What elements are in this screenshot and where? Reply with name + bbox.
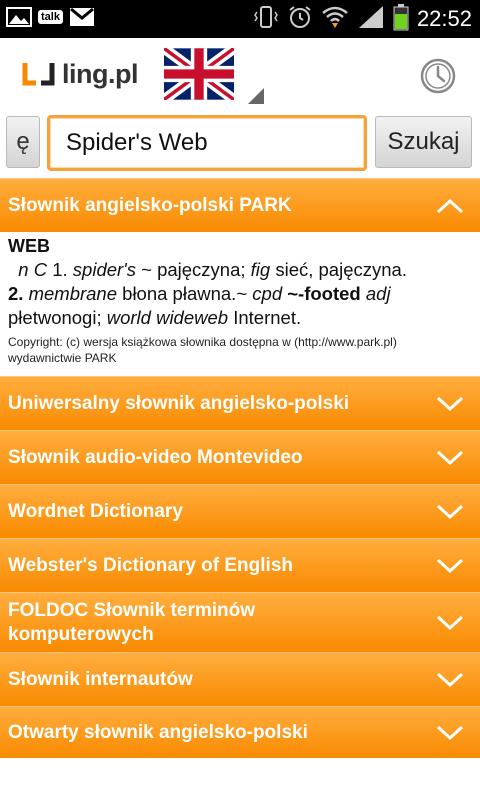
dictionary-header-montevideo[interactable]: Słownik audio-video Montevideo <box>0 430 480 484</box>
status-bar: talk 22:52 <box>0 0 480 38</box>
clock-icon <box>420 58 456 94</box>
logo: ling.pl <box>22 57 138 91</box>
search-input[interactable] <box>47 115 367 171</box>
dictionary-title: FOLDOC Słownik terminów komputerowych <box>8 599 256 645</box>
dictionary-title: Słownik internautów <box>8 668 193 690</box>
dictionary-header-wordnet[interactable]: Wordnet Dictionary <box>0 484 480 538</box>
alarm-icon <box>287 4 313 35</box>
definition: błona pławna.~ <box>122 283 248 304</box>
entry-line-2: 2. membrane błona pławna.~ cpd ~-footed … <box>8 282 472 306</box>
gmail-icon <box>69 5 95 29</box>
dictionary-title: Uniwersalny słownik angielsko-polski <box>8 392 350 414</box>
talk-icon: talk <box>38 10 63 24</box>
battery-icon <box>393 3 409 36</box>
sense-number: 1. <box>52 259 68 280</box>
signal-icon <box>357 4 385 35</box>
definition: pajęczyna; <box>157 259 246 280</box>
gallery-icon <box>6 5 32 29</box>
tilde: ~ <box>141 259 152 280</box>
chevron-down-icon <box>420 485 480 538</box>
label-fig: fig <box>250 259 271 280</box>
dictionary-entry: WEB n C 1. spider's ~ pajęczyna; fig sie… <box>0 232 480 376</box>
chevron-up-icon <box>420 179 480 232</box>
vibrate-icon <box>253 4 279 35</box>
entry-line-3: płetwonogi; world wideweb Internet. <box>8 306 472 330</box>
uk-flag-icon <box>164 48 234 100</box>
dropdown-corner-icon <box>248 88 264 104</box>
notification-icons: talk <box>6 5 95 29</box>
definition: płetwonogi; <box>8 307 102 328</box>
sense-number: 2. <box>8 283 24 304</box>
entry-line-1: n C 1. spider's ~ pajęczyna; fig sieć, p… <box>8 258 472 282</box>
logo-text: ling.pl <box>62 58 138 89</box>
chevron-down-icon <box>420 539 480 592</box>
entry-headword: WEB <box>8 236 50 256</box>
dictionary-title: Słownik angielsko-polski PARK <box>8 194 292 216</box>
app-header: ling.pl <box>0 38 480 108</box>
entry-term: membrane <box>28 283 118 304</box>
label-adj: adj <box>365 283 391 304</box>
copyright-note: Copyright: (c) wersja książkowa słownika… <box>8 335 397 365</box>
entry-term: world wideweb <box>106 307 229 328</box>
special-char-button[interactable]: ę <box>6 116 40 168</box>
definition: Internet. <box>233 307 302 328</box>
chevron-down-icon <box>420 593 480 652</box>
dictionary-title: Słownik audio-video Montevideo <box>8 446 303 468</box>
label-cpd: cpd <box>252 283 283 304</box>
language-selector[interactable] <box>160 46 264 104</box>
dictionary-title: Otwarty słownik angielsko-polski <box>8 721 308 743</box>
dictionary-header-webster[interactable]: Webster's Dictionary of English <box>0 538 480 592</box>
definition: sieć, pajęczyna. <box>275 259 407 280</box>
system-icons: 22:52 <box>253 0 472 38</box>
history-button[interactable] <box>418 56 458 96</box>
dictionary-title: Wordnet Dictionary <box>8 500 183 522</box>
dictionary-header-internautow[interactable]: Słownik internautów <box>0 652 480 706</box>
wifi-icon <box>321 4 349 35</box>
chevron-down-icon <box>420 653 480 706</box>
chevron-down-icon <box>420 377 480 430</box>
search-button[interactable]: Szukaj <box>375 116 472 168</box>
part-of-speech: n C <box>18 259 48 280</box>
dictionary-header-park[interactable]: Słownik angielsko-polski PARK <box>0 178 480 232</box>
search-bar: ę Szukaj <box>0 108 480 178</box>
entry-term: spider's <box>72 259 136 280</box>
ling-logo-icon <box>22 63 55 86</box>
chevron-down-icon <box>420 431 480 484</box>
dictionary-header-otwarty[interactable]: Otwarty słownik angielsko-polski <box>0 706 480 758</box>
dictionary-title: Webster's Dictionary of English <box>8 554 293 576</box>
dictionary-header-foldoc[interactable]: FOLDOC Słownik terminów komputerowych <box>0 592 480 652</box>
clock-time: 22:52 <box>416 6 472 31</box>
chevron-down-icon <box>420 707 480 758</box>
compound-term: ~-footed <box>287 283 361 304</box>
dictionary-header-uniwersalny[interactable]: Uniwersalny słownik angielsko-polski <box>0 376 480 430</box>
